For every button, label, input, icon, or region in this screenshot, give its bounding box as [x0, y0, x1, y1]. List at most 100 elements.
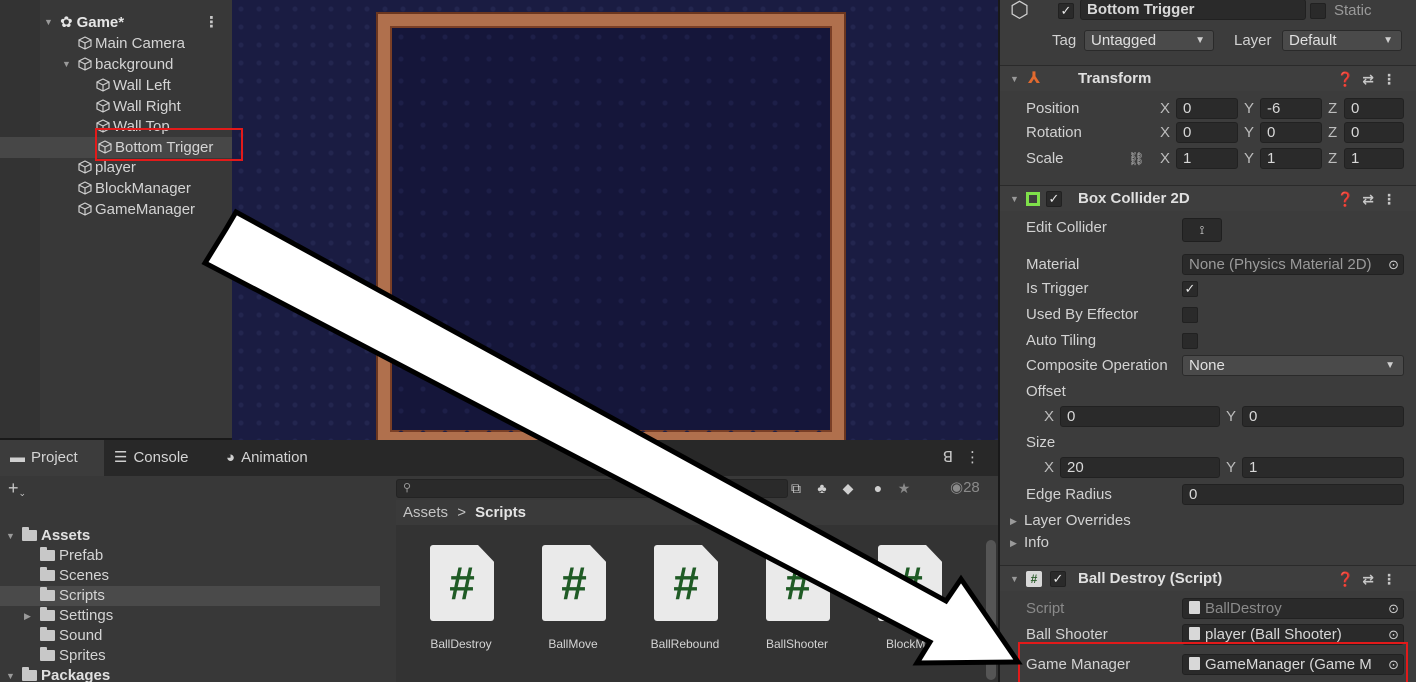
scale-z-field[interactable]: 1: [1344, 148, 1404, 169]
info-row[interactable]: ▶ Info: [1000, 530, 1416, 556]
playfield-pattern: [390, 26, 832, 432]
csharp-script-icon: #: [1026, 571, 1042, 587]
component-menu-icon[interactable]: ⋮: [1382, 571, 1404, 587]
hidden-packages-toggle[interactable]: ◉28: [950, 476, 980, 500]
position-x-field[interactable]: 0: [1176, 98, 1238, 119]
presets-icon[interactable]: ⇄: [1362, 571, 1382, 587]
position-y-field[interactable]: -6: [1260, 98, 1322, 119]
folder-sound[interactable]: Sound: [0, 626, 380, 646]
auto-tiling-checkbox[interactable]: [1182, 333, 1198, 349]
hierarchy-item-main-camera[interactable]: Main Camera: [0, 33, 232, 54]
collapse-caret-icon[interactable]: ▼: [62, 54, 71, 75]
component-header-icons: ❓⇄⋮: [1337, 186, 1404, 212]
project-search-input[interactable]: ⚲: [396, 479, 788, 498]
filter-by-type-icon[interactable]: ♣: [810, 478, 834, 498]
object-name-field[interactable]: Bottom Trigger: [1080, 0, 1306, 20]
expand-caret-icon[interactable]: ▶: [24, 606, 31, 626]
filter-by-label-icon[interactable]: ◆: [836, 478, 860, 498]
folder-label: Prefab: [59, 547, 104, 564]
asset-grid-scrollbar[interactable]: [986, 540, 996, 680]
expand-caret-icon[interactable]: ▶: [1010, 530, 1017, 556]
presets-icon[interactable]: ⇄: [1362, 191, 1382, 207]
asset-script-ballrebound[interactable]: # BallRebound: [634, 545, 724, 665]
rotation-y-field[interactable]: 0: [1260, 122, 1322, 143]
help-icon[interactable]: ❓: [1337, 571, 1362, 587]
breadcrumb-root[interactable]: Assets: [403, 504, 448, 521]
search-filter-window-icon[interactable]: ⧉: [784, 478, 808, 498]
composite-operation-dropdown[interactable]: None ▼: [1182, 355, 1404, 376]
collapse-caret-icon[interactable]: ▼: [1010, 66, 1019, 92]
hierarchy-item-label: Wall Left: [113, 77, 171, 94]
collapse-caret-icon[interactable]: ▼: [6, 666, 15, 682]
hierarchy-item-wall-right[interactable]: Wall Right: [0, 96, 232, 117]
folder-sprites[interactable]: Sprites: [0, 646, 380, 666]
folder-scripts[interactable]: Scripts: [0, 586, 380, 606]
rotation-x-field[interactable]: 0: [1176, 122, 1238, 143]
scene-view[interactable]: [232, 0, 998, 440]
hierarchy-item-background[interactable]: ▼ background: [0, 54, 232, 75]
lock-icon[interactable]: ꓭ: [943, 449, 953, 466]
animation-icon: ◕: [226, 449, 236, 466]
help-icon[interactable]: ❓: [1337, 71, 1362, 87]
rotation-z-field[interactable]: 0: [1344, 122, 1404, 143]
used-by-effector-label: Used By Effector: [1026, 306, 1139, 323]
position-z-field[interactable]: 0: [1344, 98, 1404, 119]
asset-script-balldestroy[interactable]: # BallDestroy: [410, 545, 500, 665]
tab-project[interactable]: ▬ Project: [0, 440, 104, 476]
hierarchy-scene-row[interactable]: ▼ ✿ Game* ⋮: [0, 12, 232, 33]
edit-collider-button[interactable]: ⟟: [1182, 218, 1222, 242]
hierarchy-item-blockmanager[interactable]: BlockManager: [0, 178, 232, 199]
component-enabled-checkbox[interactable]: ✓: [1050, 571, 1066, 587]
hierarchy-item-wall-left[interactable]: Wall Left: [0, 75, 232, 96]
favorites-star-icon[interactable]: ★: [892, 478, 916, 498]
size-x-field[interactable]: 20: [1060, 457, 1220, 478]
breadcrumb-current[interactable]: Scripts: [475, 504, 526, 521]
tag-dropdown[interactable]: Untagged ▼: [1084, 30, 1214, 51]
asset-script-ballmove[interactable]: # BallMove: [522, 545, 612, 665]
box-collider-header[interactable]: ▼ ✓ Box Collider 2D ❓⇄⋮: [1000, 185, 1416, 211]
asset-script-ballshooter[interactable]: # BallShooter: [746, 545, 836, 665]
game-playfield[interactable]: [378, 14, 844, 440]
folder-scenes[interactable]: Scenes: [0, 566, 380, 586]
asset-script-blockmanager[interactable]: # BlockMa: [858, 545, 948, 665]
component-menu-icon[interactable]: ⋮: [1382, 71, 1404, 87]
collapse-caret-icon[interactable]: ▼: [1010, 186, 1019, 212]
is-trigger-checkbox[interactable]: ✓: [1182, 281, 1198, 297]
folder-settings[interactable]: ▶ Settings: [0, 606, 380, 626]
tab-console[interactable]: ☰ Console: [114, 440, 214, 476]
material-field[interactable]: None (Physics Material 2D) ⊙: [1182, 254, 1404, 275]
ball-destroy-header[interactable]: ▼ # ✓ Ball Destroy (Script) ❓⇄⋮: [1000, 565, 1416, 591]
layer-dropdown[interactable]: Default ▼: [1282, 30, 1402, 51]
object-picker-icon[interactable]: ⊙: [1388, 255, 1399, 274]
hierarchy-item-gamemanager[interactable]: GameManager: [0, 199, 232, 220]
offset-x-field[interactable]: 0: [1060, 406, 1220, 427]
tag-value: Untagged: [1091, 32, 1157, 49]
help-icon[interactable]: ❓: [1337, 191, 1362, 207]
inspector-object-header: ⬡ ✓ Bottom Trigger Static: [1000, 0, 1416, 24]
offset-y-field[interactable]: 0: [1242, 406, 1404, 427]
active-checkbox[interactable]: ✓: [1058, 3, 1074, 19]
transform-header[interactable]: ▼ ⅄ Transform ❓⇄⋮: [1000, 65, 1416, 91]
edge-radius-field[interactable]: 0: [1182, 484, 1404, 505]
collapse-caret-icon[interactable]: ▼: [44, 12, 53, 33]
size-y-field[interactable]: 1: [1242, 457, 1404, 478]
unity-scene-icon: ✿: [60, 14, 73, 31]
folder-label: Packages: [41, 667, 111, 682]
folder-prefab[interactable]: Prefab: [0, 546, 380, 566]
scale-x-field[interactable]: 1: [1176, 148, 1238, 169]
used-by-effector-checkbox[interactable]: [1182, 307, 1198, 323]
presets-icon[interactable]: ⇄: [1362, 71, 1382, 87]
scene-menu-icon[interactable]: ⋮: [204, 12, 219, 33]
component-menu-icon[interactable]: ⋮: [1382, 191, 1404, 207]
scale-y-field[interactable]: 1: [1260, 148, 1322, 169]
collapse-caret-icon[interactable]: ▼: [6, 526, 15, 546]
filter-by-log-icon[interactable]: ●: [866, 478, 890, 498]
component-enabled-checkbox[interactable]: ✓: [1046, 191, 1062, 207]
tab-menu-icon[interactable]: ⋮: [965, 449, 980, 466]
collapse-caret-icon[interactable]: ▼: [1010, 566, 1019, 592]
tab-animation[interactable]: ◕ Animation: [226, 440, 346, 476]
folder-packages[interactable]: ▼ Packages: [0, 666, 380, 682]
constrain-proportions-icon[interactable]: ⛓: [1128, 146, 1145, 172]
static-checkbox[interactable]: [1310, 3, 1326, 19]
folder-assets[interactable]: ▼ Assets: [0, 526, 380, 546]
